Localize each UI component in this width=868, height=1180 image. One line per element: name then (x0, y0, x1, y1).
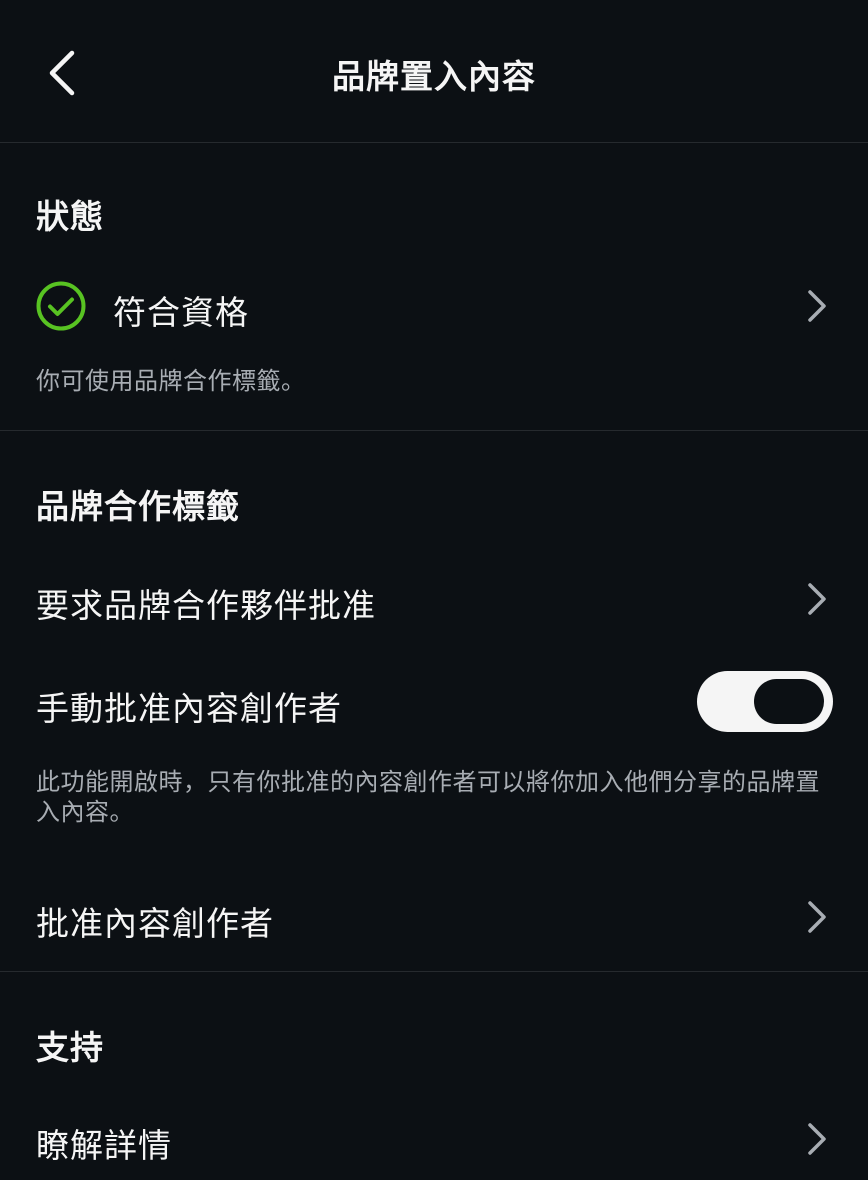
approved-creators-row[interactable]: 批准內容創作者 (0, 880, 868, 954)
section-title-brand-tag: 品牌合作標籤 (36, 487, 240, 526)
divider (0, 430, 868, 431)
manual-approve-label: 手動批准內容創作者 (36, 689, 342, 728)
toggle-knob (754, 679, 824, 724)
request-approval-label: 要求品牌合作夥伴批准 (36, 586, 376, 625)
learn-more-label: 瞭解詳情 (36, 1126, 172, 1165)
chevron-right-icon (804, 1121, 830, 1157)
status-label: 符合資格 (113, 293, 249, 332)
chevron-right-icon (804, 581, 830, 617)
chevron-right-icon (804, 288, 830, 324)
chevron-right-icon (804, 899, 830, 935)
status-description: 你可使用品牌合作標籤。 (36, 367, 306, 395)
manual-approve-toggle[interactable] (697, 671, 833, 732)
page-title: 品牌置入內容 (332, 57, 536, 96)
check-circle-icon (36, 281, 86, 331)
section-title-support: 支持 (36, 1028, 104, 1067)
section-title-status: 狀態 (36, 197, 104, 236)
request-approval-row[interactable]: 要求品牌合作夥伴批准 (0, 562, 868, 636)
approved-creators-label: 批准內容創作者 (36, 904, 274, 943)
header: 品牌置入內容 (0, 0, 868, 143)
status-row[interactable]: 符合資格 (0, 270, 868, 342)
learn-more-row[interactable]: 瞭解詳情 (0, 1102, 868, 1176)
divider (0, 971, 868, 972)
manual-approve-note: 此功能開啟時，只有你批准的內容創作者可以將你加入他們分享的品牌置入內容。 (36, 768, 820, 826)
